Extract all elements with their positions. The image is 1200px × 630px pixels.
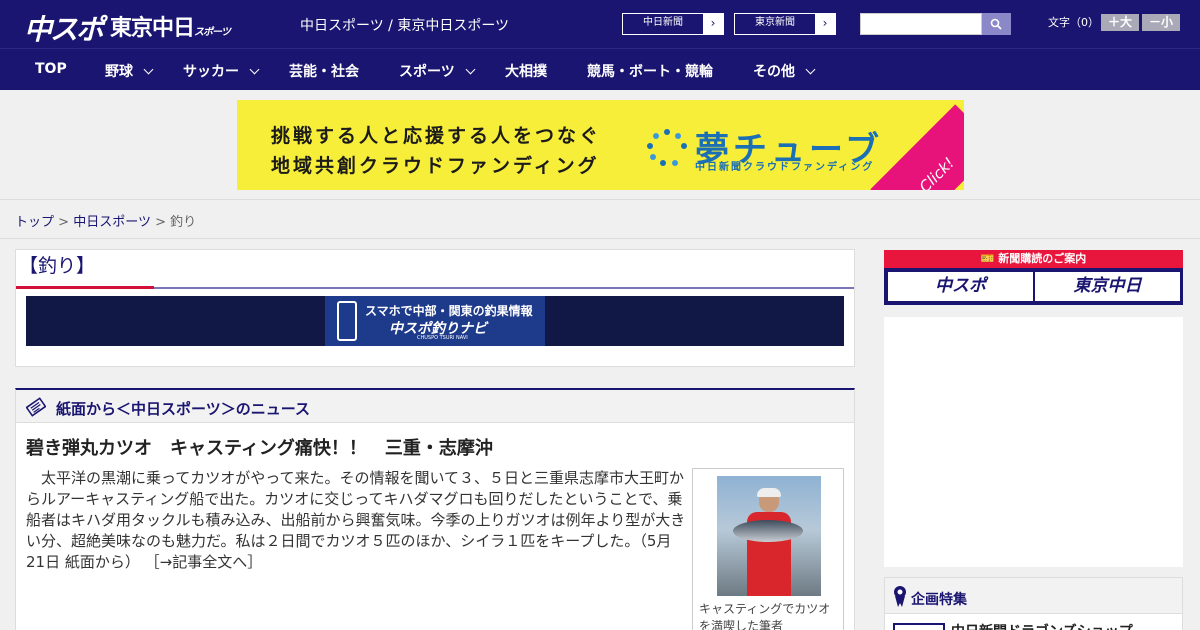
page-title: 【釣り】 [19,255,96,277]
subscribe-chuspo-button[interactable]: 中スポ [888,272,1033,301]
nav-label: TOP [35,61,67,77]
nav-label: 競馬・ボート・競輪 [587,64,713,80]
chevron-right-icon: › [815,14,835,34]
breadcrumb-section[interactable]: 中日スポーツ [73,215,151,230]
nav-item-baseball[interactable]: 野球 [105,61,154,81]
click-ribbon [870,104,964,190]
breadcrumb: トップ > 中日スポーツ > 釣り [0,199,1200,239]
header-bar: 中スポ 東京中日スポーツ 中日スポーツ / 東京中日スポーツ 中日新聞 › 東京… [0,0,1200,48]
news-box: 紙面から＜中日スポーツ＞のニュース 碧き弾丸カツオ キャスティング痛快！！ 三重… [15,388,855,630]
search-input[interactable] [860,13,982,35]
tokyo-shimbun-label: 東京新聞 [755,17,795,28]
article-body: 太平洋の黒潮に乗ってカツオがやって来た。その情報を聞いて３、５日と三重県志摩市大… [26,468,686,573]
nav-label: その他 [753,64,795,80]
news-section-title: 紙面から＜中日スポーツ＞のニュース [56,400,310,418]
photo-caption-line2: を満喫した筆者 [699,619,784,630]
site-links[interactable]: 中日スポーツ / 東京中日スポーツ [300,15,509,35]
photo-caption: キャスティングでカツオ を満喫した筆者 [699,601,830,630]
breadcrumb-separator: > [58,215,70,230]
feature-thumbnail[interactable] [893,623,945,630]
tokyo-logo-small: スポーツ [194,27,231,38]
advertisement-slot [884,317,1183,567]
subscribe-tokyo-button[interactable]: 東京中日 [1035,272,1180,301]
chunichi-shimbun-label: 中日新聞 [643,17,683,28]
photo-caption-line1: キャスティングでカツオ [699,602,831,616]
article-text: 太平洋の黒潮に乗ってカツオがやって来た。その情報を聞いて３、５日と三重県志摩市大… [26,469,686,571]
navi-line1: スマホで中部・関東の釣果情報 [365,304,533,318]
title-underline-red [16,286,154,289]
breadcrumb-current: 釣り [170,215,197,230]
title-underline-blue [154,287,854,289]
feature-box: 企画特集 中日新聞ドラゴンズショップ [884,577,1183,630]
nav-label: 大相撲 [505,64,547,80]
font-smaller-button[interactable]: －小 [1142,14,1180,31]
feature-item-link[interactable]: 中日新聞ドラゴンズショップ [951,621,1133,630]
nav-item-soccer[interactable]: サッカー [183,61,260,81]
chuspo-logo[interactable]: 中スポ [24,8,104,48]
banner-line2: 地域共創クラウドファンディング [271,155,600,177]
nav-item-top[interactable]: TOP [35,61,67,77]
smartphone-icon [337,301,357,341]
ribbon-icon [894,586,906,607]
nav-item-sports[interactable]: スポーツ [399,61,476,81]
category-box: 【釣り】 スマホで中部・関東の釣果情報 中スポ釣りナビ CHUSPO TSURI… [15,249,855,367]
banner-sub: 中日新聞クラウドファンディング [695,162,875,173]
feature-title: 企画特集 [911,592,967,608]
tsuri-navi-inner: スマホで中部・関東の釣果情報 中スポ釣りナビ CHUSPO TSURI NAVI [325,296,545,346]
article-photo-box[interactable]: キャスティングでカツオ を満喫した筆者 [692,468,844,630]
news-header: 紙面から＜中日スポーツ＞のニュース [16,390,854,423]
yume-tube-banner[interactable]: 挑戦する人と応援する人をつなぐ 地域共創クラウドファンディング 夢チューブ 中日… [237,100,964,190]
tokyo-shimbun-button[interactable]: 東京新聞 › [734,13,836,35]
nav-item-sumo[interactable]: 大相撲 [505,61,547,81]
tokyo-chunichi-logo[interactable]: 東京中日スポーツ [110,10,231,42]
font-size-label: 文字（0） [1048,16,1099,29]
article-title[interactable]: 碧き弾丸カツオ キャスティング痛快！！ 三重・志摩沖 [26,434,493,460]
nav-label: スポーツ [399,64,455,80]
chevron-right-icon: › [703,14,723,34]
nav-label: 野球 [105,64,133,80]
nav-item-other[interactable]: その他 [753,61,816,81]
chevron-down-icon [143,64,154,75]
navi-line3: CHUSPO TSURI NAVI [417,335,468,341]
banner-line1: 挑戦する人と応援する人をつなぐ [271,125,602,147]
tokyo-logo-main: 東京中日 [110,16,195,41]
fish-shape [733,520,803,542]
ticket-icon: 🎫 [980,252,995,265]
breadcrumb-separator: > [155,215,166,230]
feature-header: 企画特集 [885,578,1182,614]
chevron-down-icon [805,64,816,75]
subscription-heading-label: 新聞購読のご案内 [998,252,1087,265]
read-more-link[interactable]: ［→記事全文へ］ [145,553,263,571]
nav-item-entertainment[interactable]: 芸能・社会 [289,61,359,81]
dots-logo-icon [647,129,687,166]
search-button[interactable] [982,13,1011,35]
font-bigger-button[interactable]: ＋大 [1101,14,1139,31]
nav-label: 芸能・社会 [289,64,359,80]
nav-item-keiba[interactable]: 競馬・ボート・競輪 [587,61,713,81]
breadcrumb-home[interactable]: トップ [15,215,54,230]
nav-label: サッカー [183,64,239,80]
main-nav: TOP 野球 サッカー 芸能・社会 スポーツ 大相撲 競馬・ボート・競輪 その他 [0,48,1200,90]
tsuri-navi-banner[interactable]: スマホで中部・関東の釣果情報 中スポ釣りナビ CHUSPO TSURI NAVI [26,296,844,346]
subscription-box: 🎫 新聞購読のご案内 中スポ 東京中日 [884,250,1183,305]
chunichi-shimbun-button[interactable]: 中日新聞 › [622,13,724,35]
angler-figure [747,488,791,596]
article-photo [717,476,821,596]
subscription-heading: 🎫 新聞購読のご案内 [884,250,1183,268]
chevron-down-icon [465,64,476,75]
cap-shape [757,488,781,497]
newspaper-icon [26,397,46,417]
search-icon [990,18,1002,30]
chevron-down-icon [249,64,260,75]
